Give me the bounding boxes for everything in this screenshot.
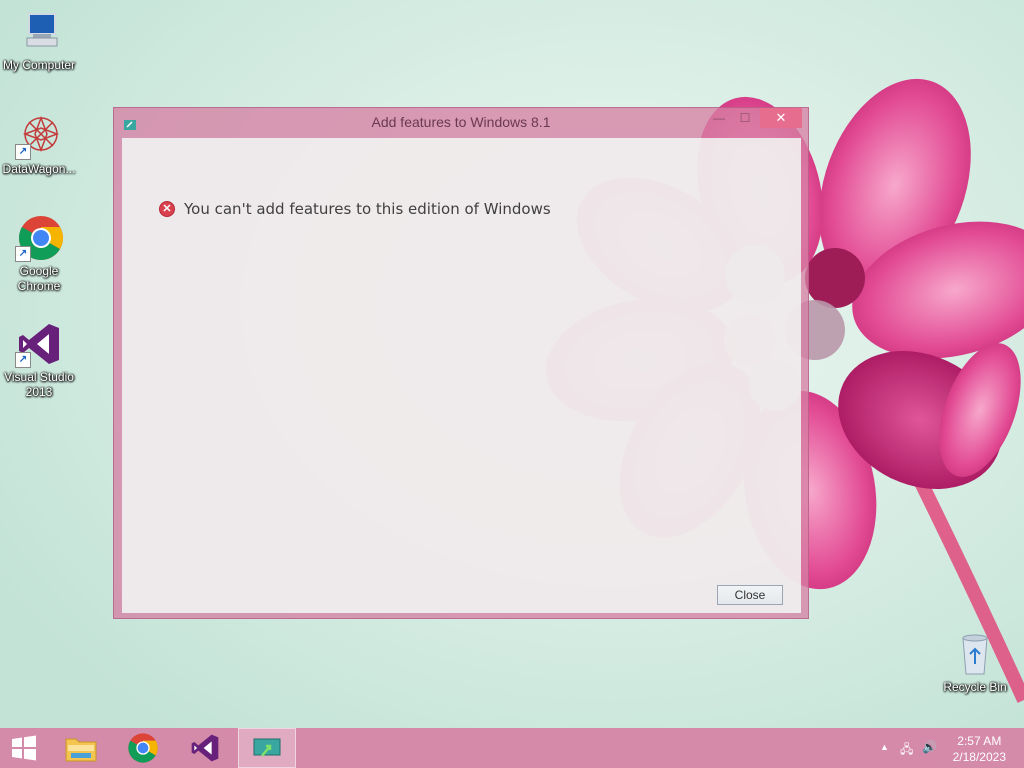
add-features-icon xyxy=(253,738,281,757)
desktop-icon-my-computer[interactable]: My Computer xyxy=(0,8,78,73)
dialog-client-area: ✕ You can't add features to this edition… xyxy=(122,138,801,613)
visual-studio-icon xyxy=(191,734,219,762)
clock-date: 2/18/2023 xyxy=(952,750,1006,764)
desktop-icon-datawagon[interactable]: ↗ DataWagon... xyxy=(0,112,78,177)
desktop-icon-google-chrome[interactable]: ↗ Google Chrome xyxy=(0,214,78,294)
desktop-icon-label: DataWagon... xyxy=(2,162,76,176)
shortcut-arrow-icon: ↗ xyxy=(15,352,31,368)
maximize-button[interactable]: ☐ xyxy=(732,108,758,128)
error-message: You can't add features to this edition o… xyxy=(184,200,551,218)
add-features-dialog: Add features to Windows 8.1 — ☐ ✕ ✕ You … xyxy=(113,107,809,619)
message-row: ✕ You can't add features to this edition… xyxy=(160,200,551,218)
taskbar: ▲ 🖧 🔊 2:57 AM 2/18/2023 xyxy=(0,728,1024,768)
desktop-icon-visual-studio[interactable]: ↗ Visual Studio 2013 xyxy=(0,320,78,400)
datawagon-icon: ↗ xyxy=(15,112,63,160)
dialog-titlebar[interactable]: Add features to Windows 8.1 — ☐ ✕ xyxy=(114,108,808,138)
dialog-title: Add features to Windows 8.1 xyxy=(371,114,551,130)
close-button[interactable]: Close xyxy=(717,585,783,605)
window-close-button[interactable]: ✕ xyxy=(760,108,802,128)
shortcut-arrow-icon: ↗ xyxy=(15,144,31,160)
windows-start-icon xyxy=(12,735,36,761)
clock-time: 2:57 AM xyxy=(957,734,1002,748)
system-tray: ▲ 🖧 🔊 2:57 AM 2/18/2023 xyxy=(864,728,1024,768)
chrome-icon: ↗ xyxy=(15,214,63,262)
desktop-icon-label: Recycle Bin xyxy=(943,680,1007,694)
error-icon: ✕ xyxy=(160,202,174,216)
desktop-icon-recycle-bin[interactable]: Recycle Bin xyxy=(936,630,1014,695)
visual-studio-icon: ↗ xyxy=(15,320,63,368)
taskbar-clock[interactable]: 2:57 AM 2/18/2023 xyxy=(953,733,1006,765)
start-button[interactable] xyxy=(0,728,48,768)
recycle-bin-icon xyxy=(951,630,999,678)
network-icon[interactable]: 🖧 xyxy=(900,740,913,761)
taskbar-add-features[interactable] xyxy=(238,728,296,768)
desktop-icon-label: My Computer xyxy=(2,58,76,72)
taskbar-chrome[interactable] xyxy=(114,728,172,768)
taskbar-file-explorer[interactable] xyxy=(52,728,110,768)
desktop-icon-label: Google Chrome xyxy=(17,264,61,293)
shortcut-arrow-icon: ↗ xyxy=(15,246,31,262)
folder-icon xyxy=(65,738,97,762)
desktop-icon-label: Visual Studio 2013 xyxy=(4,370,74,399)
minimize-button[interactable]: — xyxy=(706,108,732,128)
volume-icon[interactable]: 🔊 xyxy=(922,740,937,754)
show-hidden-icons-icon[interactable]: ▲ xyxy=(880,742,889,752)
chrome-icon xyxy=(128,733,158,763)
computer-icon xyxy=(15,8,63,56)
taskbar-visual-studio[interactable] xyxy=(176,728,234,768)
